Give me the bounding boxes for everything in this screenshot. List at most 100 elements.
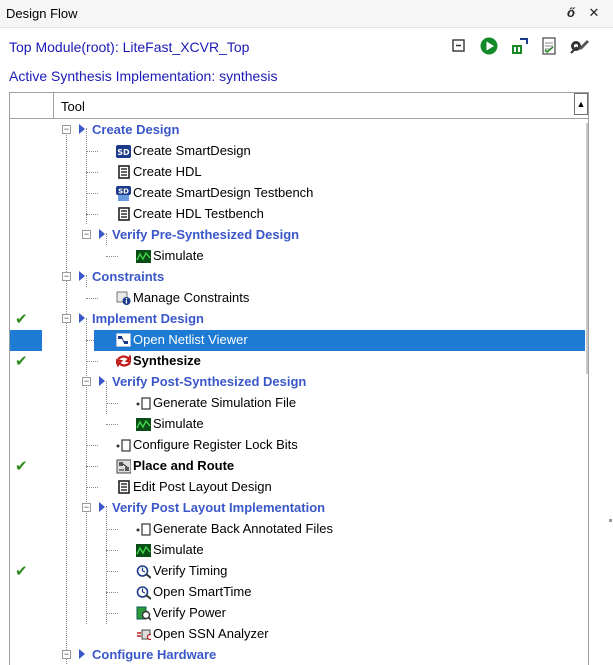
smartdesign-testbench-icon: SD xyxy=(116,185,131,201)
tree-row-label: Simulate xyxy=(153,248,204,263)
tree-item-row[interactable]: Open Netlist Viewer xyxy=(10,330,588,351)
tree-item-row[interactable]: Generate Simulation File xyxy=(10,393,588,414)
tree-row-label: Open SmartTime xyxy=(153,584,252,599)
collapse-toggle-icon[interactable]: − xyxy=(62,650,71,659)
hdl-doc-icon xyxy=(116,207,131,221)
netlist-viewer-icon xyxy=(116,333,131,347)
collapse-toggle-icon[interactable]: − xyxy=(62,314,71,323)
tree-row-label: Generate Simulation File xyxy=(153,395,297,410)
tree-row-label: Simulate xyxy=(153,416,204,431)
panel-titlebar: Design Flow ő ✕ xyxy=(0,0,613,28)
collapse-toggle-icon[interactable]: − xyxy=(62,125,71,134)
tree-item-row[interactable]: Create HDL xyxy=(10,162,588,183)
tree-group-row[interactable]: − Configure Hardware xyxy=(10,645,588,665)
group-arrow-icon xyxy=(79,313,85,323)
svg-text:i: i xyxy=(125,298,127,306)
tree-item-row[interactable]: Open SSN Analyzer xyxy=(10,624,588,645)
tree-group-row[interactable]: ✔ − Implement Design xyxy=(10,309,588,330)
group-arrow-icon xyxy=(79,271,85,281)
svg-text:SD: SD xyxy=(117,148,130,157)
simulate-icon xyxy=(136,249,151,263)
status-check-icon: ✔ xyxy=(15,311,28,328)
collapse-toggle-icon[interactable]: − xyxy=(82,377,91,386)
tree-item-row[interactable]: ✔ Synthesize xyxy=(10,351,588,372)
tree-row-label: Generate Back Annotated Files xyxy=(153,521,333,536)
tree-group-row[interactable]: − Verify Pre-Synthesized Design xyxy=(10,225,588,246)
synthesize-icon xyxy=(116,354,131,368)
tree-group-row[interactable]: − Verify Post Layout Implementation xyxy=(10,498,588,519)
hdl-doc-icon xyxy=(116,165,131,179)
group-arrow-icon xyxy=(99,229,105,239)
tree-group-row[interactable]: − Verify Post-Synthesized Design xyxy=(10,372,588,393)
settings-icon[interactable] xyxy=(567,35,591,57)
tree-row-label: Verify Pre-Synthesized Design xyxy=(112,227,300,242)
top-module-label[interactable]: Top Module(root): LiteFast_XCVR_Top xyxy=(9,39,249,55)
collapse-toggle-icon[interactable]: − xyxy=(82,503,91,512)
selection-gutter xyxy=(10,330,42,351)
tree-item-row[interactable]: Edit Post Layout Design xyxy=(10,477,588,498)
tree-item-row[interactable]: Configure Register Lock Bits xyxy=(10,435,588,456)
float-panel-icon[interactable]: ő xyxy=(562,3,580,23)
tree-row-label: Create HDL Testbench xyxy=(133,206,264,221)
tree-row-label: Configure Hardware xyxy=(92,647,217,662)
simulate-icon xyxy=(136,543,151,557)
tree-item-row[interactable]: Create HDL Testbench xyxy=(10,204,588,225)
run-icon[interactable] xyxy=(477,35,501,57)
tree-row-label: Constraints xyxy=(92,269,165,284)
tree-item-row[interactable]: Open SmartTime xyxy=(10,582,588,603)
tree-item-row[interactable]: Simulate xyxy=(10,414,588,435)
tree-item-row[interactable]: Verify Power xyxy=(10,603,588,624)
design-flow-toolbar xyxy=(447,35,591,57)
tree-item-row[interactable]: SD Create SmartDesign xyxy=(10,141,588,162)
tree-row-label: Manage Constraints xyxy=(133,290,250,305)
splitter-marker xyxy=(609,519,612,522)
group-arrow-icon xyxy=(79,649,85,659)
tree-row-label: Create HDL xyxy=(133,164,202,179)
group-arrow-icon xyxy=(99,502,105,512)
tree-header: Tool ▲ xyxy=(10,93,588,119)
tree-row-label: Open SSN Analyzer xyxy=(153,626,269,641)
svg-text:SD: SD xyxy=(118,187,129,195)
status-check-icon: ✔ xyxy=(15,563,28,580)
design-flow-tree: Tool ▲ − Create Design SD Create SmartDesig… xyxy=(9,92,589,665)
generate-file-icon xyxy=(136,522,151,536)
tree-row-label: Synthesize xyxy=(133,353,201,368)
collapse-toggle-icon[interactable]: − xyxy=(82,230,91,239)
tree-item-row[interactable]: ✔ Place and Route xyxy=(10,456,588,477)
tree-row-label: Create Design xyxy=(92,122,180,137)
tree-item-row[interactable]: ✔ Verify Timing xyxy=(10,561,588,582)
collapse-toggle-icon[interactable]: − xyxy=(62,272,71,281)
status-check-icon: ✔ xyxy=(15,458,28,475)
smartdesign-icon: SD xyxy=(116,144,131,158)
generate-file-icon xyxy=(136,396,151,410)
tree-row-label: Simulate xyxy=(153,542,204,557)
tree-row-label: Edit Post Layout Design xyxy=(133,479,272,494)
active-synthesis-label[interactable]: Active Synthesis Implementation: synthes… xyxy=(9,68,277,84)
tree-row-label: Create SmartDesign Testbench xyxy=(133,185,314,200)
update-icon[interactable] xyxy=(507,35,531,57)
column-separator[interactable] xyxy=(53,93,54,119)
tree-row-label: Implement Design xyxy=(92,311,204,326)
tool-column-header[interactable]: Tool xyxy=(61,99,85,114)
tree-row-label: Verify Power xyxy=(153,605,226,620)
tree-row-label: Verify Post Layout Implementation xyxy=(112,500,326,515)
tree-group-row[interactable]: − Constraints xyxy=(10,267,588,288)
verify-power-icon xyxy=(136,606,151,621)
tree-item-row[interactable]: i Manage Constraints xyxy=(10,288,588,309)
manage-constraints-icon: i xyxy=(116,291,131,305)
collapse-all-icon[interactable] xyxy=(447,35,471,57)
tree-row-label: Verify Timing xyxy=(153,563,228,578)
tree-group-row[interactable]: − Create Design xyxy=(10,120,588,141)
hdl-doc-icon xyxy=(116,480,131,494)
tree-row-label: Configure Register Lock Bits xyxy=(133,437,298,452)
ssn-analyzer-icon xyxy=(136,627,151,641)
report-icon[interactable] xyxy=(537,35,561,57)
tree-item-row[interactable]: Simulate xyxy=(10,540,588,561)
tree-item-row[interactable]: Generate Back Annotated Files xyxy=(10,519,588,540)
tree-row-label: Verify Post-Synthesized Design xyxy=(112,374,307,389)
scroll-up-arrow-icon[interactable]: ▲ xyxy=(574,93,588,115)
verify-timing-icon xyxy=(136,564,151,579)
tree-item-row[interactable]: SD Create SmartDesign Testbench xyxy=(10,183,588,204)
tree-item-row[interactable]: Simulate xyxy=(10,246,588,267)
close-panel-icon[interactable]: ✕ xyxy=(585,3,603,23)
